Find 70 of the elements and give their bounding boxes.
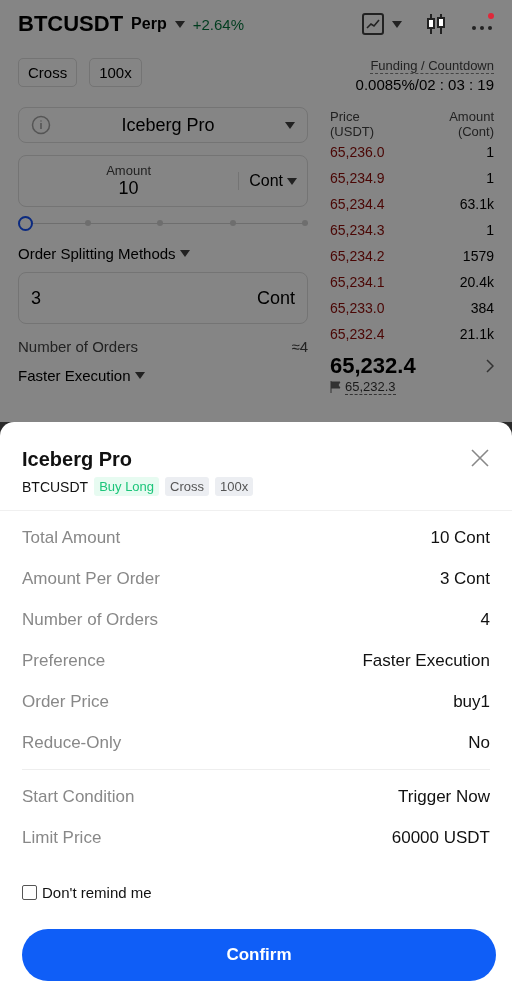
detail-value: Trigger Now <box>398 786 490 807</box>
ask-price: 65,232.4 <box>330 326 385 342</box>
orders-label: Number of Orders <box>18 338 139 355</box>
ask-amount: 384 <box>470 300 494 316</box>
ask-price: 65,234.2 <box>330 248 385 264</box>
caret-icon <box>179 250 190 257</box>
ask-amount: 1 <box>486 144 494 160</box>
ask-price: 65,234.3 <box>330 222 385 238</box>
detail-value: 60000 USDT <box>391 827 490 848</box>
detail-label: Limit Price <box>22 827 102 848</box>
ask-amount: 20.4k <box>459 274 494 290</box>
remind-checkbox[interactable] <box>22 885 37 900</box>
splitting-method-selector[interactable]: Order Splitting Methods <box>18 245 308 262</box>
candlestick-icon[interactable] <box>424 12 448 36</box>
ask-amount: 1579 <box>462 248 494 264</box>
detail-value: Faster Execution <box>362 650 490 671</box>
preference-selector[interactable]: Faster Execution <box>18 367 308 384</box>
info-icon <box>31 115 51 135</box>
contract-selector[interactable]: Perp <box>131 15 167 33</box>
slider-thumb[interactable] <box>18 216 33 231</box>
order-type-select[interactable]: Iceberg Pro <box>18 107 308 143</box>
price-header: Price (USDT) <box>330 109 375 139</box>
detail-label: Total Amount <box>22 527 121 548</box>
ask-price: 65,236.0 <box>330 144 385 160</box>
funding-value: 0.0085%/02 : 03 : 19 <box>355 76 494 93</box>
detail-label: Preference <box>22 650 106 671</box>
ask-amount: 21.1k <box>459 326 494 342</box>
ask-price: 65,234.1 <box>330 274 385 290</box>
side-tag: Buy Long <box>94 477 160 496</box>
ask-price: 65,234.4 <box>330 196 385 212</box>
orders-value: ≈4 <box>291 338 308 355</box>
order-tag: Cross <box>165 477 209 496</box>
caret-icon <box>174 20 185 28</box>
chart-icon[interactable] <box>362 13 384 35</box>
ask-amount: 1 <box>486 222 494 238</box>
detail-label: Number of Orders <box>22 609 159 630</box>
mark-price: 65,232.3 <box>345 379 396 395</box>
ask-price: 65,234.9 <box>330 170 385 186</box>
ask-amount: 1 <box>486 170 494 186</box>
detail-value: 4 <box>480 609 490 630</box>
detail-value: 10 Cont <box>430 527 490 548</box>
amount-field[interactable]: Amount 10 Cont <box>18 155 308 207</box>
funding-label[interactable]: Funding / Countdown <box>370 58 494 74</box>
detail-value: No <box>468 732 490 753</box>
ask-amount: 63.1k <box>459 196 494 212</box>
detail-label: Order Price <box>22 691 109 712</box>
caret-icon <box>392 20 402 28</box>
flag-icon <box>330 381 341 393</box>
caret-icon <box>285 121 295 129</box>
last-price: 65,232.4 <box>330 353 416 379</box>
order-tag: 100x <box>215 477 254 496</box>
margin-button[interactable]: 100x <box>89 58 142 87</box>
margin-button[interactable]: Cross <box>18 58 78 87</box>
dialog-title: Iceberg Pro <box>22 448 134 471</box>
split-amount-field[interactable]: 3 Cont <box>18 272 308 324</box>
detail-label: Start Condition <box>22 786 135 807</box>
detail-value: 3 Cont <box>439 568 490 589</box>
remind-label[interactable]: Don't remind me <box>42 884 152 901</box>
detail-value: buy1 <box>453 691 490 712</box>
detail-label: Amount Per Order <box>22 568 160 589</box>
confirm-button[interactable]: Confirm <box>22 929 496 981</box>
amount-header[interactable]: Amount (Cont) <box>449 109 494 139</box>
detail-label: Reduce-Only <box>22 732 122 753</box>
caret-icon <box>287 177 297 185</box>
ask-price: 65,233.0 <box>330 300 385 316</box>
caret-icon <box>134 372 145 379</box>
dialog-symbol: BTCUSDT <box>22 478 89 495</box>
chevron-right-icon[interactable] <box>486 359 494 373</box>
symbol-title[interactable]: BTCUSDT <box>18 11 124 37</box>
price-change: +2.64% <box>192 15 244 33</box>
